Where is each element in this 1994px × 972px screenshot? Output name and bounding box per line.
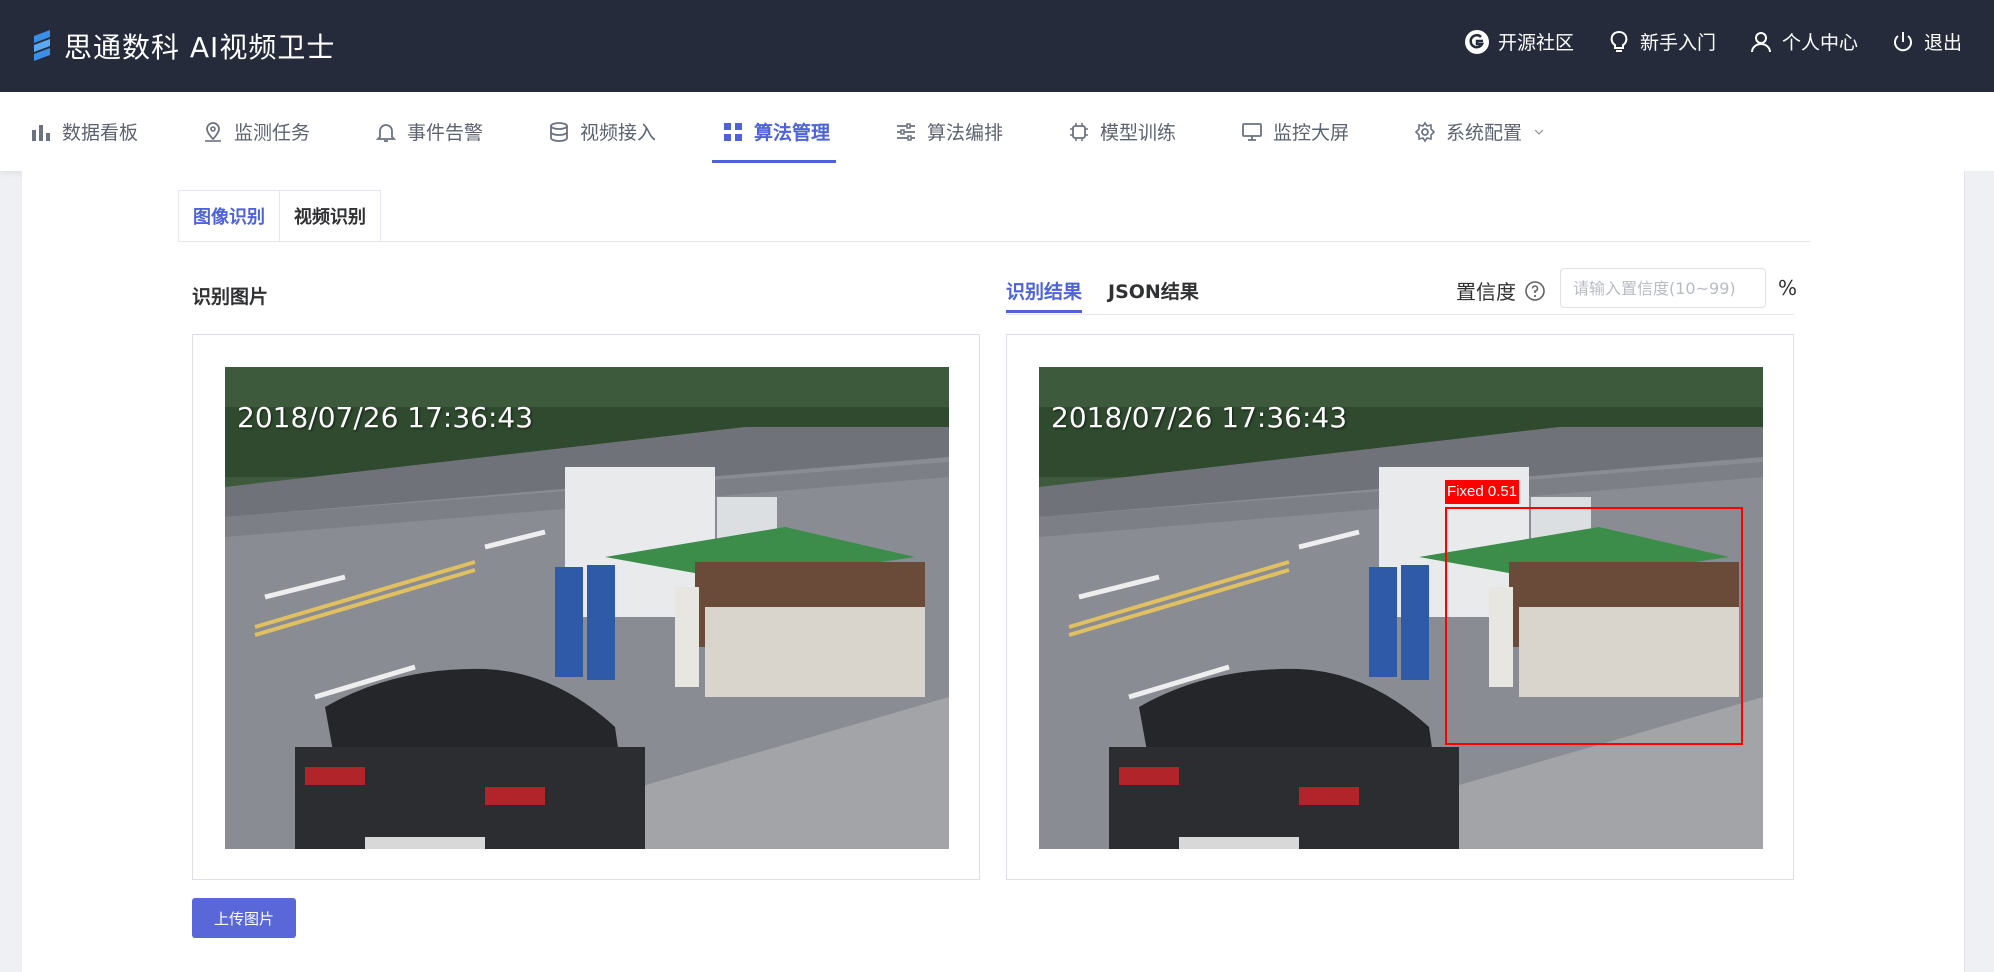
top-bar: 思通数科 AI视频卫士 开源社区 新手入门 个人中心 退出 bbox=[0, 0, 1994, 92]
nav-label: 系统配置 bbox=[1446, 122, 1523, 144]
tab-recognition-result[interactable]: 识别结果 bbox=[1006, 268, 1083, 313]
database-icon bbox=[550, 121, 568, 142]
result-tabs: 识别结果 JSON结果 bbox=[1006, 268, 1199, 314]
nav-item-monitor-screen[interactable]: 监控大屏 bbox=[1241, 92, 1349, 171]
confidence-label: 置信度 bbox=[1456, 276, 1546, 305]
monitor-icon bbox=[1242, 122, 1262, 141]
confidence-input[interactable] bbox=[1560, 268, 1766, 308]
bar-chart-icon bbox=[32, 124, 50, 141]
street-scene-image bbox=[225, 367, 949, 849]
nav-item-monitor-task[interactable]: 监测任务 bbox=[202, 92, 310, 171]
lightbulb-icon bbox=[1610, 30, 1628, 52]
tab-image-recognition[interactable]: 图像识别 bbox=[178, 190, 280, 242]
grid-icon bbox=[724, 122, 742, 141]
result-image-panel: 2018/07/26 17:36:43 Fixed 0.51 bbox=[1006, 334, 1794, 880]
gear-icon bbox=[1414, 121, 1436, 142]
upload-image-button[interactable]: 上传图片 bbox=[192, 898, 296, 938]
chip-icon bbox=[1070, 122, 1088, 141]
recognition-tabs: 图像识别 视频识别 bbox=[178, 190, 381, 242]
nav-item-system-config[interactable]: 系统配置 bbox=[1414, 92, 1546, 171]
open-source-link[interactable]: 开源社区 bbox=[1464, 28, 1574, 55]
chevron-down-icon bbox=[1534, 129, 1544, 135]
bell-icon bbox=[375, 123, 397, 142]
result-image: 2018/07/26 17:36:43 Fixed 0.51 bbox=[1039, 367, 1763, 849]
nav-label: 监控大屏 bbox=[1273, 122, 1350, 144]
personal-center-link[interactable]: 个人中心 bbox=[1748, 28, 1858, 55]
nav-label: 视频接入 bbox=[580, 122, 657, 144]
user-icon bbox=[1750, 31, 1771, 52]
nav-label: 模型训练 bbox=[1100, 122, 1177, 144]
beginner-guide-label: 新手入门 bbox=[1639, 32, 1716, 54]
video-timestamp: 2018/07/26 17:36:43 bbox=[1051, 401, 1348, 434]
tab-json-result[interactable]: JSON结果 bbox=[1108, 268, 1199, 312]
nav-item-algorithm-management[interactable]: 算法管理 bbox=[711, 92, 837, 171]
video-timestamp: 2018/07/26 17:36:43 bbox=[237, 401, 534, 434]
scrollbar-track[interactable] bbox=[1964, 171, 1994, 972]
open-source-icon bbox=[1464, 29, 1489, 54]
location-icon bbox=[205, 121, 221, 142]
sliders-icon bbox=[897, 122, 915, 141]
beginner-guide-link[interactable]: 新手入门 bbox=[1606, 28, 1716, 55]
tabs-divider bbox=[178, 241, 1810, 242]
nav-label: 事件告警 bbox=[407, 122, 484, 144]
nav-item-dashboard[interactable]: 数据看板 bbox=[30, 92, 138, 171]
confidence-text: 置信度 bbox=[1456, 280, 1516, 304]
detection-label: Fixed 0.51 bbox=[1445, 480, 1520, 504]
logo-icon bbox=[34, 30, 50, 61]
nav-item-event-alert[interactable]: 事件告警 bbox=[375, 92, 483, 171]
app-title: 思通数科 AI视频卫士 bbox=[64, 31, 336, 64]
open-source-label: 开源社区 bbox=[1497, 32, 1574, 54]
nav-label: 算法编排 bbox=[927, 122, 1004, 144]
nav-label: 算法管理 bbox=[754, 122, 831, 144]
confidence-unit: % bbox=[1778, 276, 1798, 300]
section-title-recognize-image: 识别图片 bbox=[192, 286, 269, 308]
logout-label: 退出 bbox=[1923, 32, 1962, 54]
nav-label: 监测任务 bbox=[234, 122, 311, 144]
main-nav: 数据看板 监测任务 事件告警 视频接入 算法管理 算法编排 模型训练 监控大屏 … bbox=[0, 92, 1994, 171]
detection-bounding-box bbox=[1445, 507, 1743, 745]
nav-item-model-training[interactable]: 模型训练 bbox=[1068, 92, 1176, 171]
help-icon[interactable] bbox=[1524, 280, 1546, 302]
nav-label: 数据看板 bbox=[62, 122, 139, 144]
logout-link[interactable]: 退出 bbox=[1890, 28, 1962, 55]
nav-item-video-access[interactable]: 视频接入 bbox=[548, 92, 656, 171]
brand[interactable]: 思通数科 AI视频卫士 bbox=[30, 24, 335, 68]
power-icon bbox=[1893, 31, 1912, 51]
tab-video-recognition[interactable]: 视频识别 bbox=[280, 190, 381, 242]
nav-item-algorithm-orchestration[interactable]: 算法编排 bbox=[895, 92, 1003, 171]
source-image: 2018/07/26 17:36:43 bbox=[225, 367, 949, 849]
source-image-panel: 2018/07/26 17:36:43 bbox=[192, 334, 980, 880]
personal-center-label: 个人中心 bbox=[1781, 32, 1858, 54]
result-tabs-divider bbox=[1006, 314, 1794, 315]
